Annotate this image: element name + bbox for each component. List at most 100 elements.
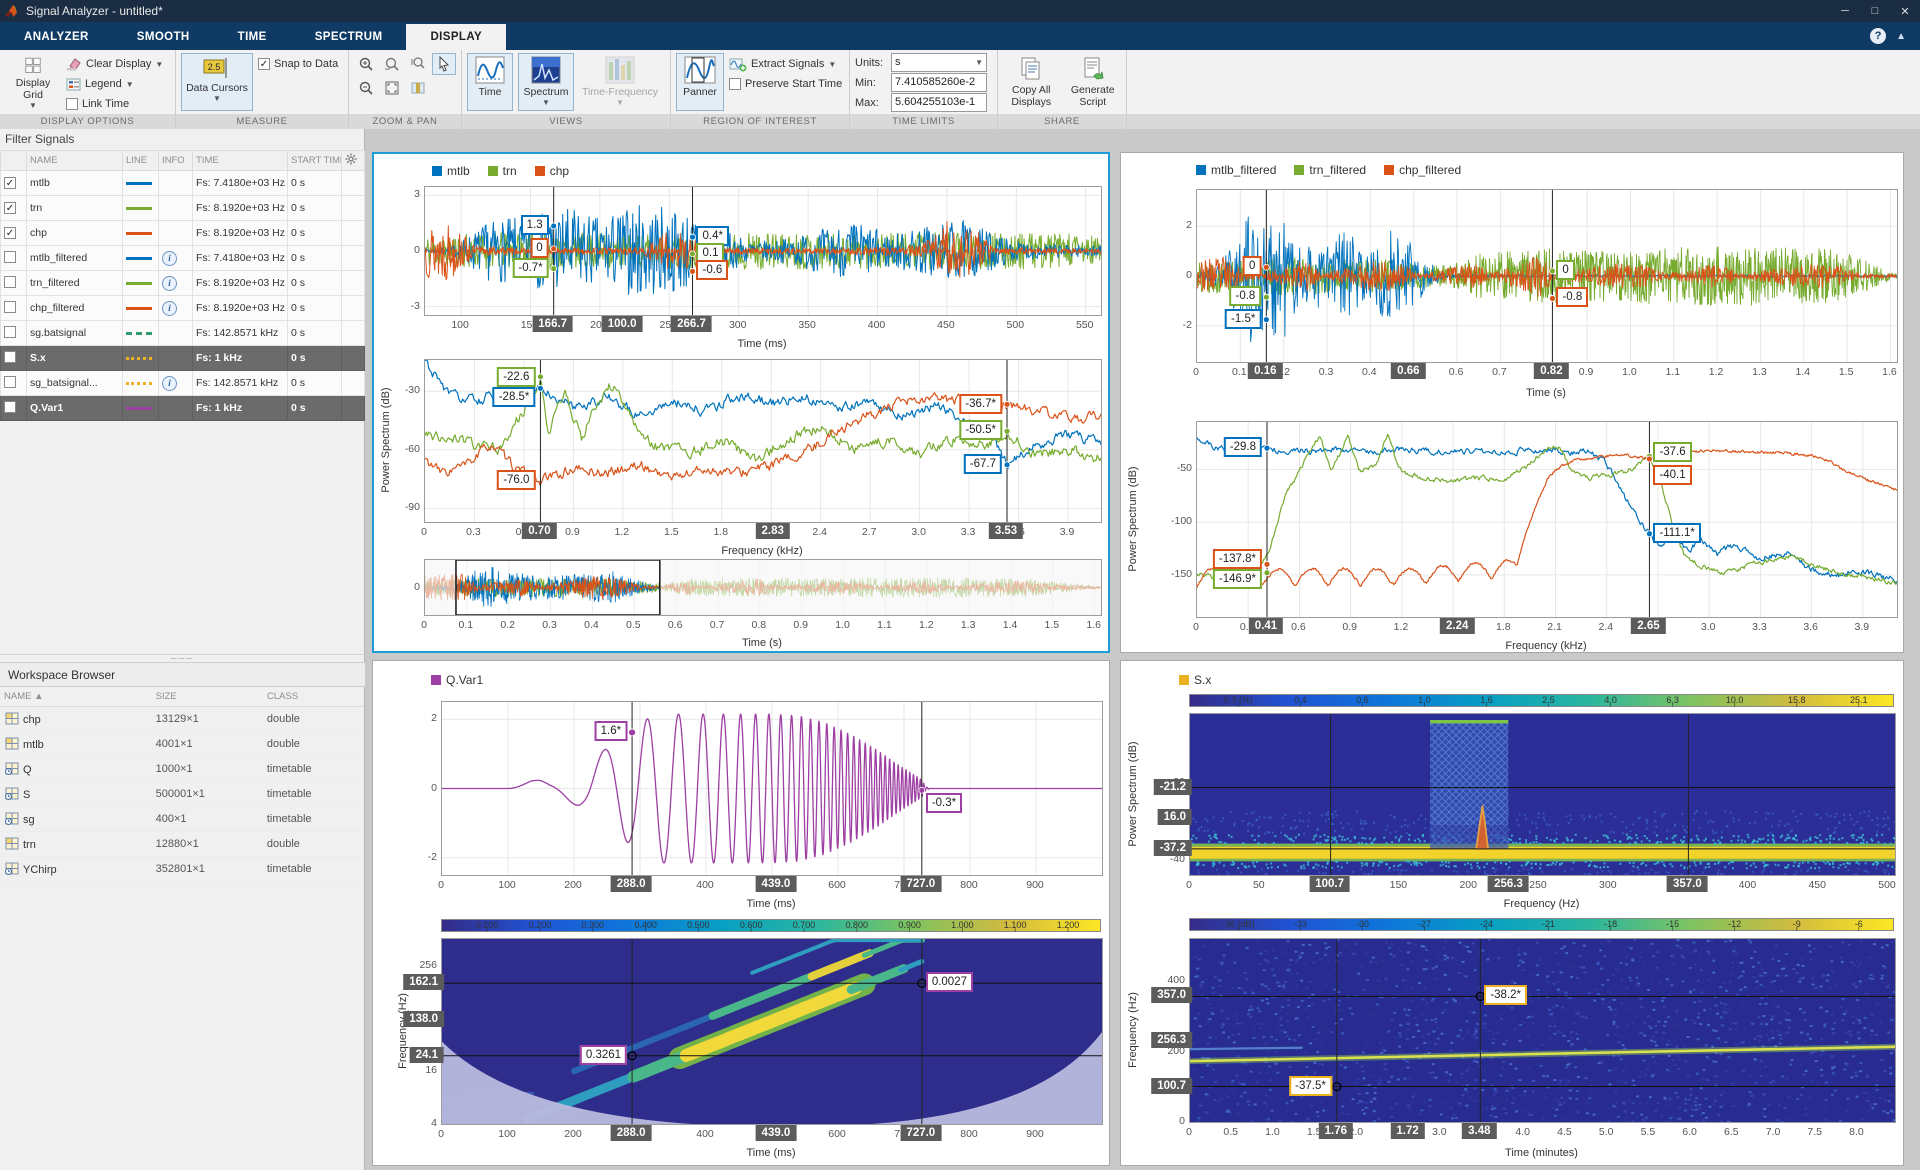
signal-row[interactable]: chp_filtered i Fs: 8.1920e+03 Hz 0 s bbox=[0, 295, 365, 321]
legend-button[interactable]: Legend ▼ bbox=[66, 75, 163, 93]
plot-area[interactable] bbox=[441, 701, 1103, 876]
collapse-ribbon-icon[interactable]: ▲ bbox=[1896, 31, 1906, 42]
max-input[interactable]: 5.604255103e-1 bbox=[891, 93, 987, 112]
signal-checkbox[interactable] bbox=[4, 250, 16, 263]
cursor-badge[interactable]: 166.7 bbox=[532, 316, 574, 332]
cursor-badge[interactable]: 2.24 bbox=[1440, 618, 1475, 634]
cursor-value-label[interactable]: -67.7 bbox=[963, 453, 1003, 474]
cursor-value-label[interactable]: -1.5* bbox=[1225, 308, 1262, 329]
cursor-value-label[interactable]: -0.3* bbox=[925, 793, 963, 814]
signal-table-header[interactable]: INFO bbox=[158, 150, 193, 171]
time-frequency-view-button[interactable]: Time-Frequency ▼ bbox=[579, 53, 661, 111]
signal-checkbox[interactable] bbox=[4, 300, 16, 313]
cursor-badge[interactable]: 288.0 bbox=[610, 876, 652, 892]
cursor-badge[interactable]: 0.66 bbox=[1391, 363, 1426, 379]
cursor-badge[interactable]: 439.0 bbox=[755, 876, 797, 892]
cursor-value-label[interactable]: 0 bbox=[530, 237, 549, 258]
cursor-badge[interactable]: 0.82 bbox=[1534, 363, 1569, 379]
cursor-value-label[interactable]: -29.8 bbox=[1223, 437, 1262, 458]
signal-checkbox[interactable] bbox=[4, 350, 16, 363]
cursor-badge-y[interactable]: 24.1 bbox=[409, 1046, 444, 1063]
display-panel-top-right[interactable]: mtlb_filtered trn_filtered chp_filtered 2 0 -… bbox=[1120, 152, 1904, 653]
signal-checkbox[interactable] bbox=[4, 325, 16, 338]
plot-area[interactable] bbox=[1196, 421, 1898, 618]
cursor-badge[interactable]: 727.0 bbox=[900, 876, 942, 892]
info-icon[interactable]: i bbox=[162, 300, 177, 316]
cursor-value-label[interactable]: -40.1 bbox=[1653, 464, 1692, 485]
info-icon[interactable]: i bbox=[162, 375, 177, 391]
signal-row[interactable]: trn_filtered i Fs: 8.1920e+03 Hz 0 s bbox=[0, 270, 365, 296]
cursor-badge[interactable]: 1.76 bbox=[1318, 1123, 1354, 1139]
tab-analyzer[interactable]: ANALYZER bbox=[0, 24, 113, 50]
cursor-value-label[interactable]: -0.6 bbox=[696, 260, 729, 281]
signal-row[interactable]: ✓ chp Fs: 8.1920e+03 Hz 0 s bbox=[0, 220, 365, 246]
signal-checkbox[interactable]: ✓ bbox=[4, 227, 16, 240]
time-view-button[interactable]: Time bbox=[467, 53, 513, 111]
cursor-value-label[interactable]: -36.7* bbox=[959, 393, 1003, 414]
cursor-badge[interactable]: 727.0 bbox=[900, 1125, 942, 1141]
plot-area[interactable] bbox=[1189, 713, 1896, 876]
sidebar-splitter[interactable]: ─── bbox=[0, 654, 365, 662]
plot-area[interactable] bbox=[1196, 189, 1898, 363]
cursor-value-label[interactable]: 0 bbox=[1556, 260, 1575, 280]
cursor-value-label[interactable]: -111.1* bbox=[1653, 522, 1701, 543]
cursor-value-label[interactable]: -22.6 bbox=[497, 366, 536, 387]
signal-row[interactable]: ✓ trn Fs: 8.1920e+03 Hz 0 s bbox=[0, 195, 365, 221]
cursor-badge[interactable]: 0.70 bbox=[522, 523, 557, 539]
signal-table-header[interactable] bbox=[341, 150, 365, 171]
zoom-y-button[interactable] bbox=[406, 53, 430, 75]
workspace-row[interactable]: trn 12880×1 double bbox=[0, 831, 364, 857]
cursor-badge[interactable]: 2.65 bbox=[1631, 618, 1666, 634]
workspace-row[interactable]: Q 1000×1 timetable bbox=[0, 756, 364, 782]
cursor-badge-y[interactable]: -37.2 bbox=[1153, 839, 1192, 856]
zoom-x-button[interactable] bbox=[380, 53, 404, 75]
units-select[interactable]: s ▼ bbox=[891, 53, 987, 72]
cursor-value-label[interactable]: -0.8 bbox=[1556, 287, 1589, 308]
cursor-badge[interactable]: 100.7 bbox=[1309, 876, 1350, 892]
snap-to-data-checkbox[interactable]: ✓ Snap to Data bbox=[258, 55, 338, 73]
cursor-badge-y[interactable]: 138.0 bbox=[403, 1010, 444, 1027]
info-icon[interactable]: i bbox=[162, 250, 177, 266]
cursor-value-label[interactable]: 0.0027 bbox=[925, 972, 973, 993]
help-icon[interactable]: ? bbox=[1870, 28, 1887, 44]
clear-display-button[interactable]: Clear Display ▼ bbox=[66, 55, 163, 73]
workspace-row[interactable]: sg 400×1 timetable bbox=[0, 806, 364, 832]
signal-checkbox[interactable]: ✓ bbox=[4, 177, 16, 190]
tab-time[interactable]: TIME bbox=[214, 24, 291, 50]
signal-table-header[interactable]: START TIME bbox=[287, 150, 342, 171]
pointer-tool-button[interactable] bbox=[432, 53, 456, 75]
tab-display[interactable]: DISPLAY bbox=[406, 24, 507, 50]
preserve-start-time-checkbox[interactable]: Preserve Start Time bbox=[729, 75, 842, 93]
signal-table-header[interactable]: NAME bbox=[26, 150, 123, 171]
signal-checkbox[interactable] bbox=[4, 275, 16, 288]
cursor-badge[interactable]: 0.41 bbox=[1248, 618, 1284, 634]
cursor-value-label[interactable]: -137.8* bbox=[1212, 549, 1262, 570]
tab-smooth[interactable]: SMOOTH bbox=[113, 24, 214, 50]
close-icon[interactable]: ✕ bbox=[1890, 0, 1920, 22]
panner-button[interactable]: Panner bbox=[676, 53, 724, 111]
cursor-badge[interactable]: 3.53 bbox=[988, 523, 1024, 539]
signal-row[interactable]: sg_batsignal... i Fs: 142.8571 kHz 0 s bbox=[0, 370, 365, 396]
signal-checkbox[interactable] bbox=[4, 375, 16, 388]
plot-area[interactable] bbox=[441, 938, 1103, 1125]
fit-to-view-button[interactable] bbox=[380, 77, 404, 99]
cursor-badge-y[interactable]: 357.0 bbox=[1151, 987, 1192, 1004]
workspace-row[interactable]: chp 13129×1 double bbox=[0, 706, 364, 732]
cursor-value-label[interactable]: -28.5* bbox=[492, 387, 536, 408]
gear-icon[interactable] bbox=[345, 153, 357, 165]
cursor-value-label[interactable]: 1.3 bbox=[520, 214, 549, 235]
cursor-badge[interactable]: 439.0 bbox=[755, 1125, 797, 1141]
cursor-badge[interactable]: 288.0 bbox=[610, 1125, 652, 1141]
workspace-row[interactable]: mtlb 4001×1 double bbox=[0, 731, 364, 757]
zoom-out-button[interactable] bbox=[354, 77, 378, 99]
cursor-badge[interactable]: 357.0 bbox=[1666, 876, 1708, 892]
minimize-icon[interactable]: ─ bbox=[1830, 0, 1860, 22]
workspace-header[interactable]: NAME ▲ bbox=[0, 687, 152, 707]
cursor-badge-y[interactable]: 162.1 bbox=[403, 974, 444, 991]
cursor-value-label[interactable]: -50.5* bbox=[959, 420, 1003, 441]
display-grid-button[interactable]: Display Grid ▼ bbox=[5, 53, 61, 111]
cursor-badge-y[interactable]: -21.2 bbox=[1153, 778, 1192, 795]
tab-spectrum[interactable]: SPECTRUM bbox=[291, 24, 407, 50]
min-input[interactable]: 7.410585260e-2 bbox=[891, 73, 987, 92]
cursor-badge[interactable]: 100.0 bbox=[601, 316, 643, 332]
